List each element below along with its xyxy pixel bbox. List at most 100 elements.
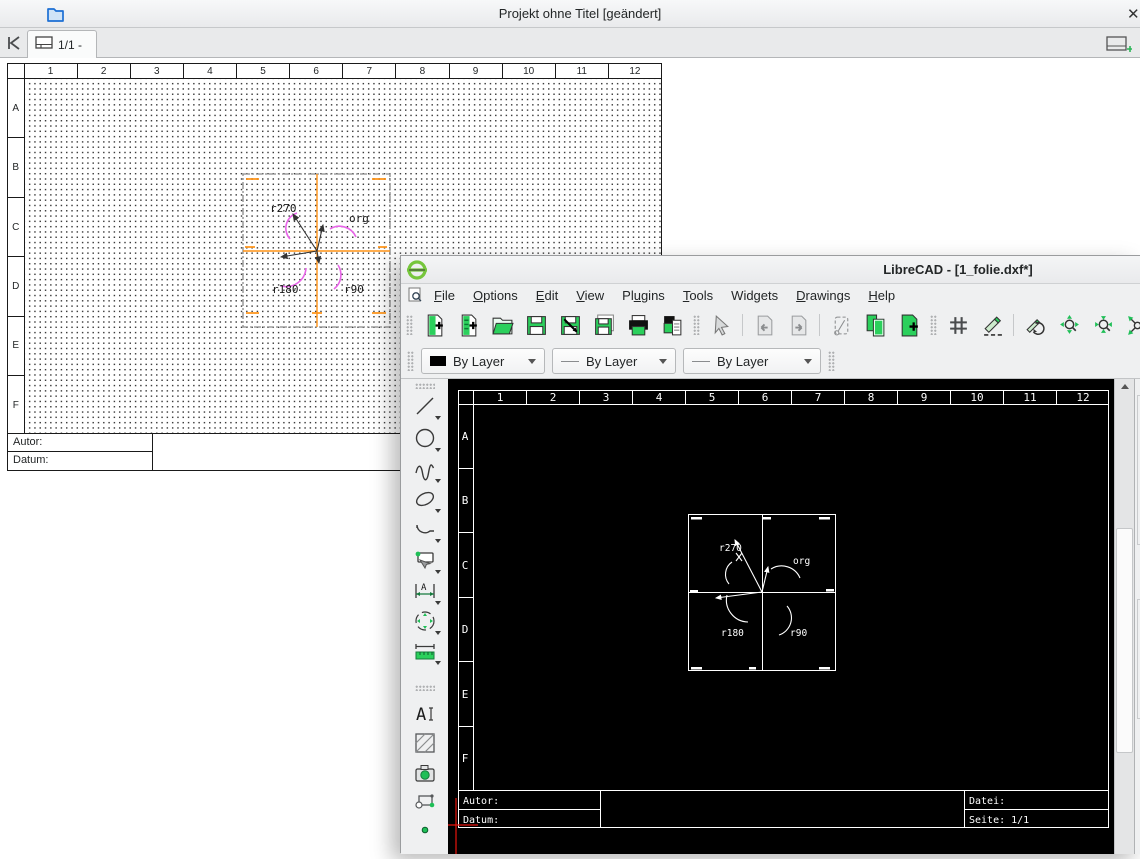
add-sheet-icon[interactable]: [1106, 36, 1133, 59]
undo-icon[interactable]: [751, 312, 777, 338]
ruler-row: F: [12, 399, 19, 411]
cut-icon[interactable]: [828, 312, 854, 338]
svg-text:E: E: [462, 688, 469, 701]
ruler-col: 2: [78, 64, 131, 78]
bg-row-ruler: A B C D E F: [8, 79, 25, 435]
chevron-down-icon: [528, 358, 536, 364]
copy-icon[interactable]: [862, 312, 888, 338]
librecad-titlebar[interactable]: LibreCAD - [1_folie.dxf*]: [401, 256, 1140, 284]
canvas-label-r270: r270: [719, 543, 742, 554]
folder-icon: [46, 5, 65, 28]
menu-drawings[interactable]: Drawings: [787, 288, 859, 303]
menu-view[interactable]: View: [567, 288, 613, 303]
bg-window-titlebar: Projekt ohne Titel [geändert] ✕: [0, 0, 1140, 28]
ruler-col: 12: [629, 65, 641, 77]
tab-sheet-1[interactable]: 1/1 -: [27, 30, 97, 58]
ruler-row: A: [8, 79, 24, 139]
menu-tools[interactable]: Tools: [674, 288, 722, 303]
bg-label-r270: r270: [270, 202, 297, 215]
chevron-down-icon: [804, 358, 812, 364]
print-preview-icon[interactable]: [659, 312, 685, 338]
canvas-label-org: org: [793, 556, 810, 567]
text-tool-icon[interactable]: A: [411, 700, 439, 728]
toolbar-separator: [819, 314, 820, 336]
select-tool-icon[interactable]: [411, 546, 441, 574]
svg-text:5: 5: [709, 391, 716, 404]
restore-document-icon[interactable]: [405, 287, 425, 303]
paste-icon[interactable]: [896, 312, 922, 338]
zoom-auto-icon[interactable]: [1124, 312, 1140, 338]
color-select[interactable]: By Layer: [421, 348, 545, 374]
print-icon[interactable]: [625, 312, 651, 338]
vertical-scrollbar[interactable]: [1114, 379, 1134, 854]
hatch-tool-icon[interactable]: [411, 729, 439, 757]
ruler-col: 5: [237, 64, 291, 78]
bg-label-r180: r180: [272, 283, 299, 296]
document-save-as-icon[interactable]: [557, 312, 583, 338]
scroll-up-icon[interactable]: [1115, 379, 1134, 394]
document-new-icon[interactable]: [421, 312, 447, 338]
image-tool-icon[interactable]: [411, 760, 439, 788]
zoom-out-icon[interactable]: [1090, 312, 1116, 338]
document-new-template-icon[interactable]: [455, 312, 481, 338]
block-tool-icon[interactable]: [411, 787, 439, 815]
line-width-select[interactable]: By Layer: [552, 348, 676, 374]
menu-help[interactable]: Help: [859, 288, 904, 303]
bg-window-title: Projekt ohne Titel [geändert]: [498, 6, 662, 21]
ruler-col: 3: [131, 64, 184, 78]
circle-tool-icon[interactable]: [411, 424, 441, 452]
line-type-select-value: By Layer: [717, 353, 769, 369]
ruler-corner: [8, 64, 25, 78]
first-sheet-icon[interactable]: [4, 34, 24, 57]
menu-edit[interactable]: Edit: [527, 288, 567, 303]
move-rotate-tool-icon[interactable]: [411, 607, 441, 635]
canvas-datum-label: Datum:: [463, 815, 499, 826]
close-icon[interactable]: ✕: [1127, 5, 1140, 23]
palette-handle[interactable]: [415, 383, 435, 389]
arc-tool-icon[interactable]: [411, 515, 441, 543]
measure-tool-icon[interactable]: [411, 637, 441, 665]
sheet-tabbar: 1/1 -: [0, 28, 1140, 58]
line-tool-icon[interactable]: [411, 392, 441, 420]
ellipse-tool-icon[interactable]: [411, 485, 441, 513]
bg-block-drawing[interactable]: r270 org r180 r90: [230, 165, 405, 335]
select-pointer-icon[interactable]: [708, 312, 734, 338]
document-save-all-icon[interactable]: [591, 312, 617, 338]
dimension-tool-icon[interactable]: A: [411, 577, 441, 605]
spline-tool-icon[interactable]: [411, 455, 441, 483]
document-save-icon[interactable]: [523, 312, 549, 338]
document-open-icon[interactable]: [489, 312, 515, 338]
zoom-in-icon[interactable]: [1056, 312, 1082, 338]
scrollbar-thumb[interactable]: [1116, 528, 1133, 753]
redo-icon[interactable]: [785, 312, 811, 338]
menu-options[interactable]: Options: [464, 288, 527, 303]
drawing-canvas[interactable]: 1 2 3 4 5 6 7 8 9 10 11 12 A B C D E F A…: [448, 379, 1114, 854]
toolbar-handle[interactable]: [407, 351, 414, 371]
color-select-value: By Layer: [453, 353, 505, 369]
bg-column-ruler: 1 2 3 4 5 6 7 8 9 10 11 12: [8, 64, 661, 79]
menu-widgets[interactable]: Widgets: [722, 288, 787, 303]
line-type-select[interactable]: By Layer: [683, 348, 821, 374]
menu-plugins[interactable]: Plugins: [613, 288, 674, 303]
line-type-swatch: [692, 360, 710, 362]
librecad-logo-icon: [406, 259, 428, 286]
toolbar-handle[interactable]: [406, 315, 413, 335]
toolbar-handle[interactable]: [693, 315, 700, 335]
draft-mode-icon[interactable]: [979, 312, 1005, 338]
point-tool-icon[interactable]: [411, 816, 439, 844]
toolbar-separator: [742, 314, 743, 336]
toolbar-handle[interactable]: [930, 315, 937, 335]
bg-label-org: org: [349, 212, 369, 225]
svg-text:A: A: [462, 430, 469, 443]
svg-text:B: B: [462, 494, 469, 507]
redraw-icon[interactable]: [1022, 312, 1048, 338]
main-toolbar: [401, 306, 1140, 344]
grid-toggle-icon[interactable]: [945, 312, 971, 338]
menu-file[interactable]: File: [425, 288, 464, 303]
menubar: File Options Edit View Plugins Tools Wid…: [401, 284, 1140, 306]
toolbar-handle[interactable]: [828, 351, 835, 371]
palette-handle[interactable]: [415, 685, 435, 691]
tool-palette: A A: [401, 379, 448, 854]
svg-text:11: 11: [1023, 391, 1036, 404]
ruler-col: 1: [25, 64, 78, 78]
